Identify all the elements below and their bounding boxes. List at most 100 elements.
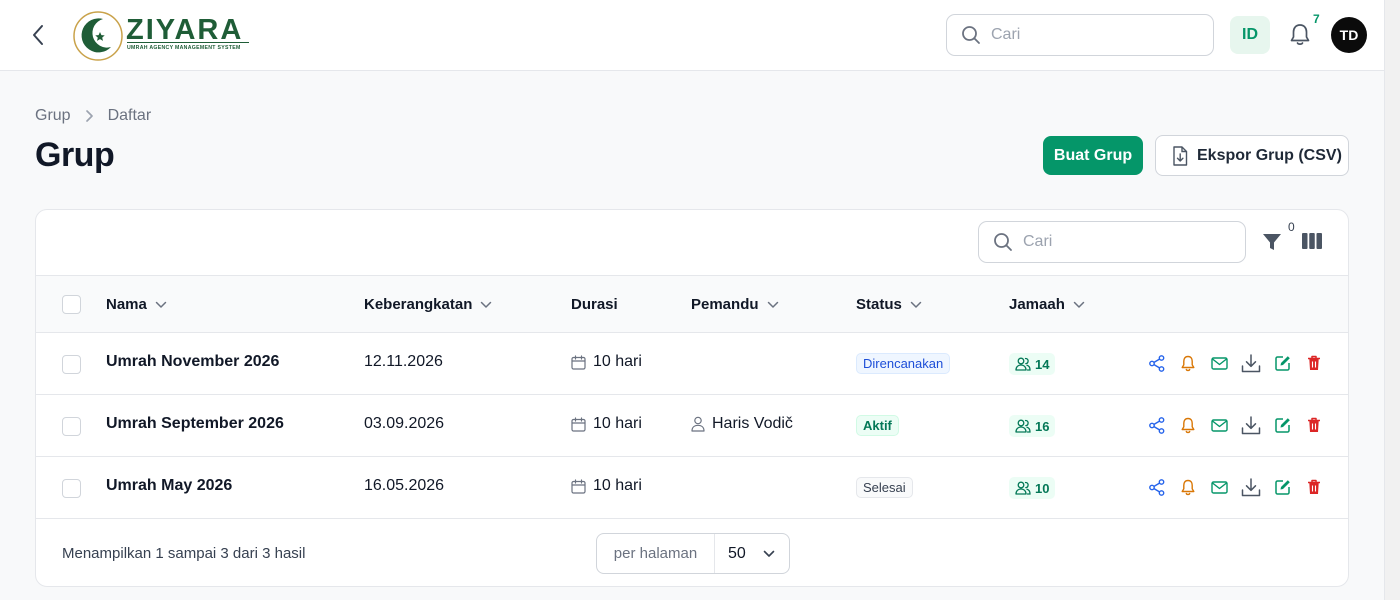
columns-toggle-button[interactable] (1301, 232, 1323, 252)
language-switcher[interactable]: ID (1230, 16, 1270, 54)
duration-value: 10 hari (593, 477, 642, 494)
logo-wordmark: ZIYARA (126, 14, 244, 46)
reminder-button[interactable] (1178, 353, 1198, 373)
breadcrumb-item-grup[interactable]: Grup (35, 107, 71, 125)
pilgrims-count: 14 (1035, 356, 1050, 372)
search-icon (994, 233, 1012, 251)
column-header-pemandu[interactable]: Pemandu (691, 296, 779, 313)
create-group-button[interactable]: Buat Grup (1043, 136, 1143, 175)
users-icon (1015, 481, 1031, 495)
select-all-checkbox[interactable] (62, 295, 81, 314)
bell-icon (1181, 417, 1195, 433)
edit-icon (1275, 480, 1290, 495)
guide-name: Haris Vodič (712, 415, 793, 432)
trash-icon (1308, 417, 1320, 432)
chevron-left-icon (33, 25, 43, 45)
global-search[interactable] (946, 14, 1214, 56)
duration: 10 hari (571, 415, 642, 433)
column-label-keberangkatan: Keberangkatan (364, 296, 473, 313)
email-button[interactable] (1209, 415, 1229, 435)
filter-button[interactable] (1262, 232, 1284, 254)
bell-icon (1290, 24, 1310, 45)
bell-icon (1181, 479, 1195, 495)
users-icon (1015, 357, 1031, 371)
group-name[interactable]: Umrah May 2026 (106, 477, 232, 495)
departure-date: 03.09.2026 (364, 415, 445, 432)
user-icon (691, 416, 705, 432)
pilgrims-count-badge[interactable]: 14 (1009, 353, 1056, 375)
row-checkbox[interactable] (62, 417, 81, 436)
table-search[interactable] (978, 221, 1246, 263)
duration: 10 hari (571, 353, 642, 371)
notifications-count: 7 (1313, 12, 1320, 26)
calendar-icon (571, 416, 586, 432)
edit-button[interactable] (1273, 353, 1293, 373)
share-button[interactable] (1147, 477, 1167, 497)
page-title: Grup (35, 136, 115, 174)
search-icon (962, 26, 980, 44)
table-row[interactable]: Umrah November 2026 12.11.2026 10 hari D… (36, 333, 1348, 395)
column-header-status[interactable]: Status (856, 296, 922, 313)
back-button[interactable] (26, 22, 50, 48)
status-badge: Selesai (856, 477, 913, 498)
column-header-nama[interactable]: Nama (106, 296, 167, 313)
column-header-jamaah[interactable]: Jamaah (1009, 296, 1085, 313)
file-download-icon (1173, 145, 1188, 166)
download-button[interactable] (1240, 415, 1262, 435)
download-button[interactable] (1240, 353, 1262, 373)
top-bar: ZIYARA UMRAH AGENCY MANAGEMENT SYSTEM ID… (0, 0, 1384, 71)
pagination-summary: Menampilkan 1 sampai 3 dari 3 hasil (62, 545, 306, 562)
column-header-keberangkatan[interactable]: Keberangkatan (364, 296, 492, 313)
download-icon (1241, 415, 1261, 434)
pilgrims-count-badge[interactable]: 16 (1009, 415, 1056, 437)
global-search-input[interactable] (991, 26, 1201, 44)
export-csv-button[interactable]: Ekspor Grup (CSV) (1155, 135, 1349, 176)
breadcrumb: Grup Daftar (35, 107, 151, 125)
ziyara-logo[interactable]: ZIYARA UMRAH AGENCY MANAGEMENT SYSTEM (72, 10, 262, 62)
per-page-select[interactable]: 50 (715, 534, 789, 573)
departure-date: 16.05.2026 (364, 477, 445, 494)
share-icon (1149, 416, 1165, 434)
share-button[interactable] (1147, 353, 1167, 373)
reminder-button[interactable] (1178, 415, 1198, 435)
column-header-durasi: Durasi (571, 296, 618, 313)
email-button[interactable] (1209, 353, 1229, 373)
group-name[interactable]: Umrah September 2026 (106, 415, 284, 433)
share-icon (1149, 354, 1165, 372)
edit-button[interactable] (1273, 477, 1293, 497)
table-search-input[interactable] (1023, 233, 1233, 251)
delete-button[interactable] (1304, 353, 1324, 373)
table-row[interactable]: Umrah May 2026 16.05.2026 10 hari Selesa… (36, 457, 1348, 519)
reminder-button[interactable] (1178, 477, 1198, 497)
column-label-jamaah: Jamaah (1009, 296, 1065, 313)
groups-table-card: 0 Nama Keberangkatan Durasi Pemandu Stat… (35, 209, 1349, 587)
pilgrims-count: 16 (1035, 418, 1050, 434)
per-page-label: per halaman (597, 534, 715, 573)
edit-icon (1275, 418, 1290, 433)
trash-icon (1308, 355, 1320, 370)
table-row[interactable]: Umrah September 2026 03.09.2026 10 hari … (36, 395, 1348, 457)
mail-icon (1210, 356, 1228, 370)
user-avatar[interactable]: TD (1331, 17, 1367, 53)
row-checkbox[interactable] (62, 355, 81, 374)
edit-button[interactable] (1273, 415, 1293, 435)
share-button[interactable] (1147, 415, 1167, 435)
scrollbar[interactable] (1384, 0, 1400, 600)
columns-icon (1302, 233, 1322, 249)
delete-button[interactable] (1304, 477, 1324, 497)
delete-button[interactable] (1304, 415, 1324, 435)
email-button[interactable] (1209, 477, 1229, 497)
filter-count: 0 (1288, 220, 1295, 234)
duration-value: 10 hari (593, 353, 642, 370)
export-csv-label: Ekspor Grup (CSV) (1197, 146, 1342, 164)
duration: 10 hari (571, 477, 642, 495)
group-name[interactable]: Umrah November 2026 (106, 353, 279, 371)
row-checkbox[interactable] (62, 479, 81, 498)
notifications-button[interactable] (1288, 22, 1314, 48)
per-page-value: 50 (728, 544, 746, 562)
pilgrims-count-badge[interactable]: 10 (1009, 477, 1056, 499)
download-button[interactable] (1240, 477, 1262, 497)
breadcrumb-item-daftar: Daftar (107, 107, 152, 124)
per-page-selector[interactable]: per halaman 50 (596, 533, 790, 574)
column-label-durasi: Durasi (571, 296, 618, 313)
